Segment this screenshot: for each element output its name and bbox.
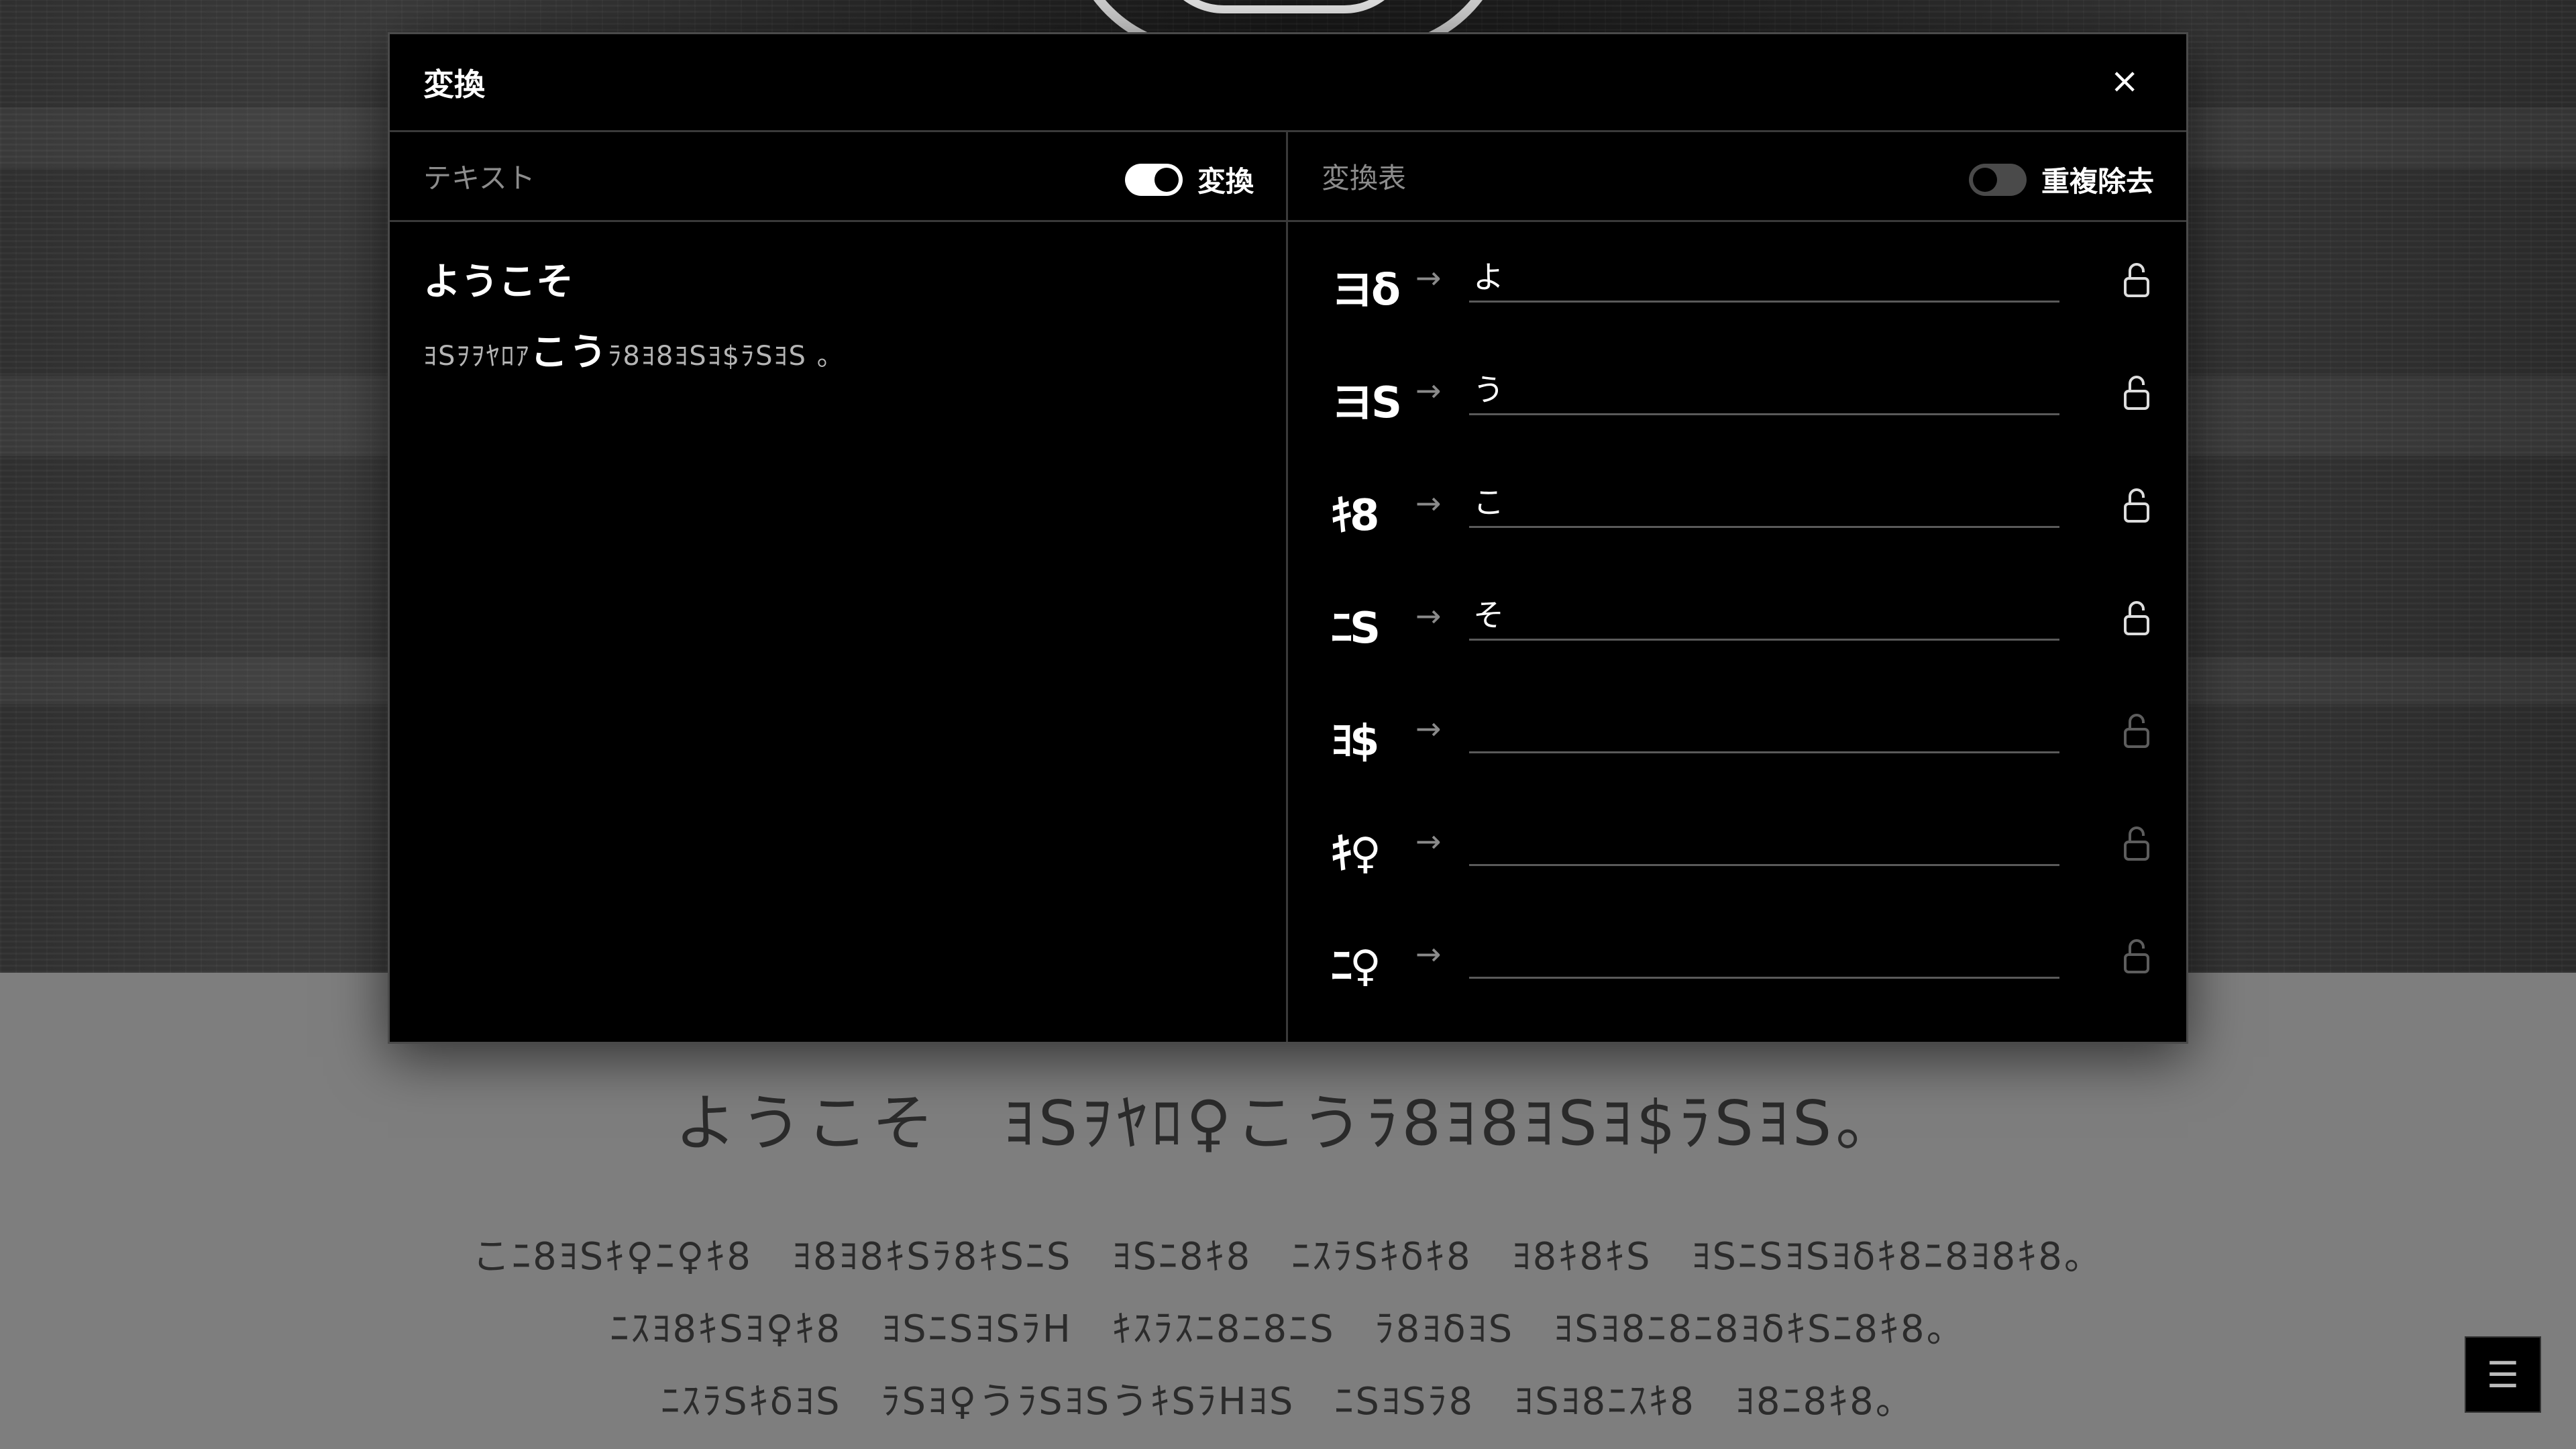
text-pane-label: テキスト (423, 162, 535, 195)
text-input-area[interactable]: ようこそ ﾖSｦｦﾔﾛｱこうﾗ8ﾖ8ﾖSﾖ$ﾗSﾖS 。 (390, 222, 1286, 406)
input-text[interactable]: ようこそ (423, 252, 1252, 306)
converted-chars: こう (530, 331, 608, 374)
paragraph-line: こﾆ8ﾖSｷ♀ﾆ♀ｷ8 ﾖ8ﾖ8ｷSﾗ8ｷSﾆS ﾖSﾆ8ｷ8 ﾆｽﾗSｷδｷ8… (472, 1235, 2104, 1279)
mapping-input[interactable] (1469, 812, 2059, 866)
text-pane-header: テキスト 変換 (390, 132, 1286, 222)
source-glyph: ｷ♀ (1331, 829, 1381, 879)
source-glyph: ヨS (1331, 378, 1402, 428)
unlock-icon[interactable] (2121, 937, 2152, 975)
unlock-icon[interactable] (2121, 712, 2152, 749)
unlock-icon[interactable] (2121, 486, 2152, 524)
source-glyph: ﾆS (1331, 604, 1381, 653)
toggle-knob (1972, 167, 1997, 192)
arrow-icon: → (1415, 598, 1442, 634)
converted-suffix: ﾗ8ﾖ8ﾖSﾖ$ﾗSﾖS 。 (608, 341, 845, 372)
page-paragraph: こﾆ8ﾖSｷ♀ﾆ♀ｷ8 ﾖ8ﾖ8ｷSﾗ8ｷSﾆS ﾖSﾆ8ｷ8 ﾆｽﾗSｷδｷ8… (0, 1221, 2576, 1438)
mapping-row: ｷ8 → (1288, 447, 2186, 560)
unlock-icon[interactable] (2121, 599, 2152, 637)
mapping-row: ﾖ$ → (1288, 673, 2186, 786)
table-pane-label: 変換表 (1322, 162, 1407, 195)
dialog-header: 変換 × (390, 34, 2186, 132)
mapping-input[interactable] (1469, 474, 2059, 528)
mapping-input[interactable] (1469, 249, 2059, 303)
convert-toggle-group: 変換 (1124, 159, 1254, 200)
mapping-input[interactable] (1469, 700, 2059, 753)
table-pane: 変換表 重複除去 ヨδ → ヨS → ｷ8 → (1288, 132, 2186, 1042)
mapping-input[interactable] (1469, 925, 2059, 979)
converted-text: ﾖSｦｦﾔﾛｱこうﾗ8ﾖ8ﾖSﾖ$ﾗSﾖS 。 (423, 322, 1252, 376)
unlock-icon[interactable] (2121, 824, 2152, 862)
convert-toggle[interactable] (1124, 163, 1183, 196)
source-glyph: ﾖ$ (1331, 716, 1380, 766)
text-pane: テキスト 変換 ようこそ ﾖSｦｦﾔﾛｱこうﾗ8ﾖ8ﾖSﾖ$ﾗSﾖS 。 (390, 132, 1288, 1042)
arrow-icon: → (1415, 260, 1442, 296)
page-heading: ようこそ ﾖSｦﾔﾛ♀こうﾗ8ﾖ8ﾖSﾖ$ﾗSﾖS。 (674, 1087, 1902, 1159)
source-glyph: ｷ8 (1331, 491, 1380, 541)
mapping-row: ヨδ → (1288, 222, 2186, 335)
toggle-knob (1154, 167, 1179, 192)
dedupe-toggle-label: 重複除去 (2041, 165, 2154, 198)
converted-prefix: ﾖSｦｦﾔﾛｱ (423, 341, 531, 372)
arrow-icon: → (1415, 823, 1442, 859)
mapping-row: ﾆS → (1288, 560, 2186, 673)
paragraph-line: ﾆｽﾗSｷδﾖS ﾗSﾖ♀うﾗSﾖSうｷSﾗHﾖS ﾆSﾖSﾗ8 ﾖSﾖ8ﾆｽｷ… (661, 1380, 1915, 1424)
close-icon[interactable]: × (2110, 64, 2139, 99)
table-pane-header: 変換表 重複除去 (1288, 132, 2186, 222)
hamburger-icon: ☰ (2486, 1353, 2520, 1396)
arrow-icon: → (1415, 936, 1442, 972)
convert-toggle-label: 変換 (1197, 165, 1254, 198)
conversion-dialog: 変換 × テキスト 変換 ようこそ ﾖSｦｦﾔﾛｱこうﾗ8ﾖ8ﾖSﾖ$ﾗSﾖS … (388, 32, 2188, 1044)
dialog-title: 変換 (423, 66, 485, 103)
unlock-icon[interactable] (2121, 261, 2152, 299)
arrow-icon: → (1415, 372, 1442, 409)
menu-button[interactable]: ☰ (2465, 1336, 2541, 1413)
mapping-input[interactable] (1469, 362, 2059, 415)
source-glyph: ﾆ♀ (1331, 942, 1381, 991)
arrow-icon: → (1415, 710, 1442, 747)
mapping-row: ｷ♀ → (1288, 786, 2186, 898)
paragraph-line: ﾆｽﾖ8ｷSﾖ♀ｷ8 ﾖSﾆSﾖSﾗH ｷｽﾗｽﾆ8ﾆ8ﾆS ﾗ8ﾖδﾖS ﾖS… (610, 1307, 1966, 1351)
source-glyph: ヨδ (1331, 266, 1401, 315)
mapping-row: ヨS → (1288, 335, 2186, 447)
mapping-input[interactable] (1469, 587, 2059, 641)
unlock-icon[interactable] (2121, 374, 2152, 411)
dedupe-toggle-group: 重複除去 (1968, 159, 2154, 200)
mapping-row: ﾆ♀ → (1288, 898, 2186, 1011)
dedupe-toggle[interactable] (1968, 163, 2027, 196)
arrow-icon: → (1415, 485, 1442, 521)
